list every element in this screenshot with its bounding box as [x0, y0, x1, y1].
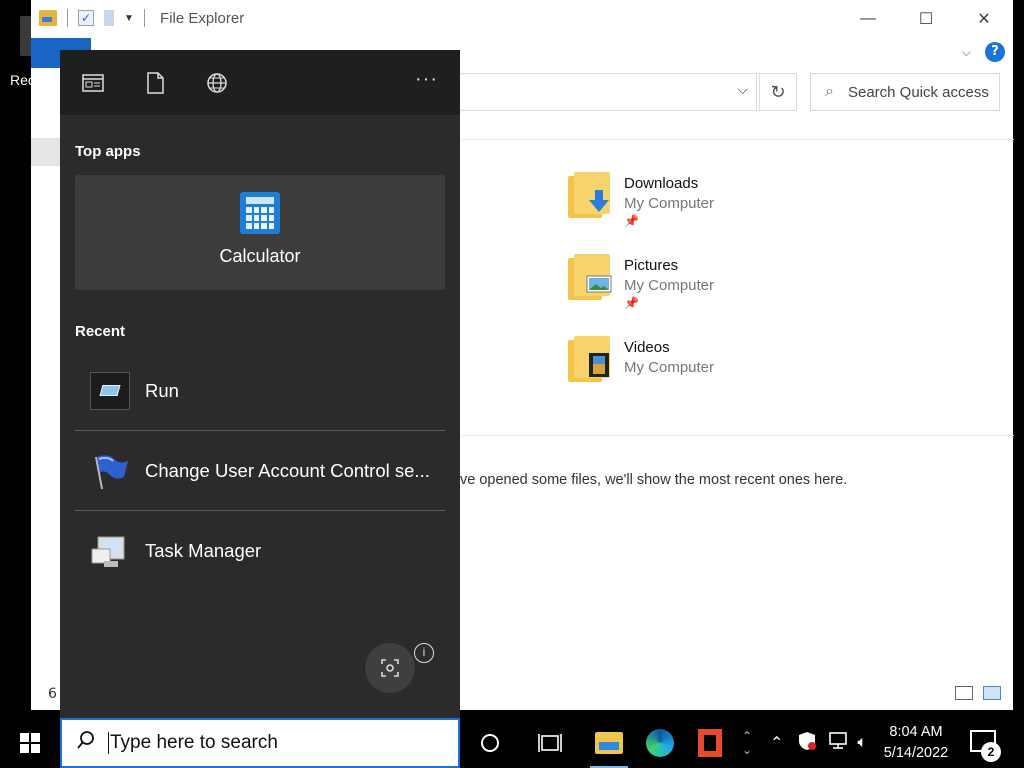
start-button[interactable] [0, 718, 60, 768]
taskbar-office[interactable] [686, 718, 734, 768]
folder-item-downloads[interactable]: Downloads My Computer 📌 [568, 170, 714, 228]
pin-icon: 📌 [624, 214, 639, 228]
folder-icon[interactable] [39, 10, 57, 26]
maximize-button[interactable]: ☐ [897, 0, 955, 38]
explorer-search-box[interactable]: ⌕ Search Quick access [810, 73, 1000, 111]
system-tray: ⌃ ⌄ ⌃ 🔈︎ [738, 718, 867, 768]
show-hidden-icons-icon[interactable]: ⌃ [770, 733, 783, 753]
properties-icon[interactable]: ✓ [78, 10, 94, 26]
large-icons-view-icon[interactable] [983, 686, 1001, 700]
search-icon [76, 730, 96, 756]
recent-item-label: Task Manager [145, 540, 262, 561]
details-view-icon[interactable] [955, 686, 973, 700]
task-manager-icon [90, 531, 130, 571]
taskbar: ⌃⌄ ⌃ 🔈︎ 8:04 AM 5/14/2022 2 [0, 718, 1024, 768]
task-view-button[interactable] [526, 718, 574, 768]
toolbar-separator [143, 9, 145, 27]
tray-scroll-icon[interactable]: ⌃ ⌄ [738, 729, 756, 757]
recent-heading: Recent [75, 323, 126, 340]
pin-icon: 📌 [624, 296, 639, 310]
clock-time: 8:04 AM [889, 724, 943, 740]
refresh-button[interactable]: ↻ [759, 73, 797, 111]
apps-filter-icon[interactable] [82, 72, 104, 94]
folder-item-pictures[interactable]: Pictures My Computer 📌 [568, 252, 714, 310]
new-folder-icon[interactable] [104, 10, 114, 26]
recent-item-run[interactable]: Run [75, 351, 445, 431]
windows-logo-icon [20, 733, 40, 753]
calculator-icon [240, 192, 280, 234]
search-flyout: ··· Top apps Calculator Recent Run Chang… [60, 50, 460, 718]
info-button[interactable]: i [414, 643, 434, 663]
customize-toolbar-caret-icon[interactable]: ▼ [124, 13, 134, 24]
search-icon: ⌕ [825, 83, 834, 100]
documents-filter-icon[interactable] [144, 72, 166, 94]
search-filter-bar: ··· [60, 50, 460, 115]
folder-location: My Computer [624, 359, 715, 376]
edge-icon [646, 729, 674, 757]
top-app-label: Calculator [219, 246, 301, 266]
folder-item-videos[interactable]: Videos My Computer [568, 334, 714, 384]
recent-item-label: Change User Account Control se... [145, 459, 430, 481]
clock[interactable]: 8:04 AM 5/14/2022 [878, 722, 954, 764]
explorer-search-placeholder: Search Quick access [847, 83, 989, 101]
divider [461, 435, 1014, 436]
expand-ribbon-icon[interactable]: ⌵ [962, 45, 971, 60]
chevron-down-icon[interactable]: ⌵ [737, 82, 748, 98]
taskbar-search-input[interactable] [108, 732, 428, 754]
top-app-calculator-tile[interactable]: Calculator [75, 175, 445, 290]
divider [461, 139, 1014, 140]
uac-flag-icon [90, 451, 130, 491]
nav-pane-selected-item[interactable] [31, 138, 61, 166]
taskbar-search-box[interactable] [60, 718, 460, 768]
top-apps-heading: Top apps [75, 143, 141, 160]
volume-icon[interactable]: 🔈︎ [857, 734, 867, 752]
view-toggle [955, 686, 1001, 700]
taskbar-edge[interactable] [636, 718, 684, 768]
recent-item-task-manager[interactable]: Task Manager [75, 511, 445, 591]
cortana-button[interactable] [466, 718, 514, 768]
videos-icon [568, 334, 616, 384]
quick-access-toolbar: ✓ ▼ [39, 9, 145, 27]
window-title: File Explorer [160, 10, 245, 27]
help-icon[interactable]: ? [985, 42, 1005, 62]
recent-item-uac[interactable]: Change User Account Control se... [75, 431, 445, 511]
cortana-icon [481, 734, 499, 752]
recent-files-empty-message: ve opened some files, we'll show the mos… [460, 472, 848, 488]
address-bar[interactable]: ⌵ [425, 73, 757, 111]
close-button[interactable]: ✕ [955, 0, 1013, 38]
toolbar-separator [67, 9, 68, 27]
status-item-count: 6 [48, 686, 57, 702]
notification-count-badge: 2 [981, 742, 1001, 762]
file-explorer-icon [595, 732, 623, 754]
taskbar-file-explorer[interactable] [584, 718, 634, 768]
task-view-icon [538, 734, 562, 752]
folder-location: My Computer [624, 277, 715, 294]
security-shield-icon[interactable] [797, 731, 817, 756]
title-bar: ✓ ▼ File Explorer — ☐ ✕ [31, 0, 1013, 38]
scan-icon [381, 659, 399, 677]
clock-date: 5/14/2022 [883, 745, 949, 761]
office-icon [698, 729, 722, 757]
screenshot-search-button[interactable] [365, 643, 415, 693]
window-controls: — ☐ ✕ [839, 0, 1013, 38]
network-icon[interactable] [827, 731, 849, 756]
downloads-icon [568, 170, 616, 220]
folder-location: My Computer [624, 195, 715, 212]
web-filter-icon[interactable] [206, 72, 228, 94]
folder-name: Downloads [624, 175, 699, 192]
more-options-button[interactable]: ··· [415, 68, 438, 91]
run-icon [90, 371, 130, 411]
pictures-icon [568, 252, 616, 302]
minimize-button[interactable]: — [839, 0, 897, 38]
ribbon-right-controls: ⌵ ? [962, 42, 1005, 62]
folder-name: Videos [624, 339, 670, 356]
folder-name: Pictures [624, 257, 679, 274]
recent-item-label: Run [145, 379, 179, 401]
